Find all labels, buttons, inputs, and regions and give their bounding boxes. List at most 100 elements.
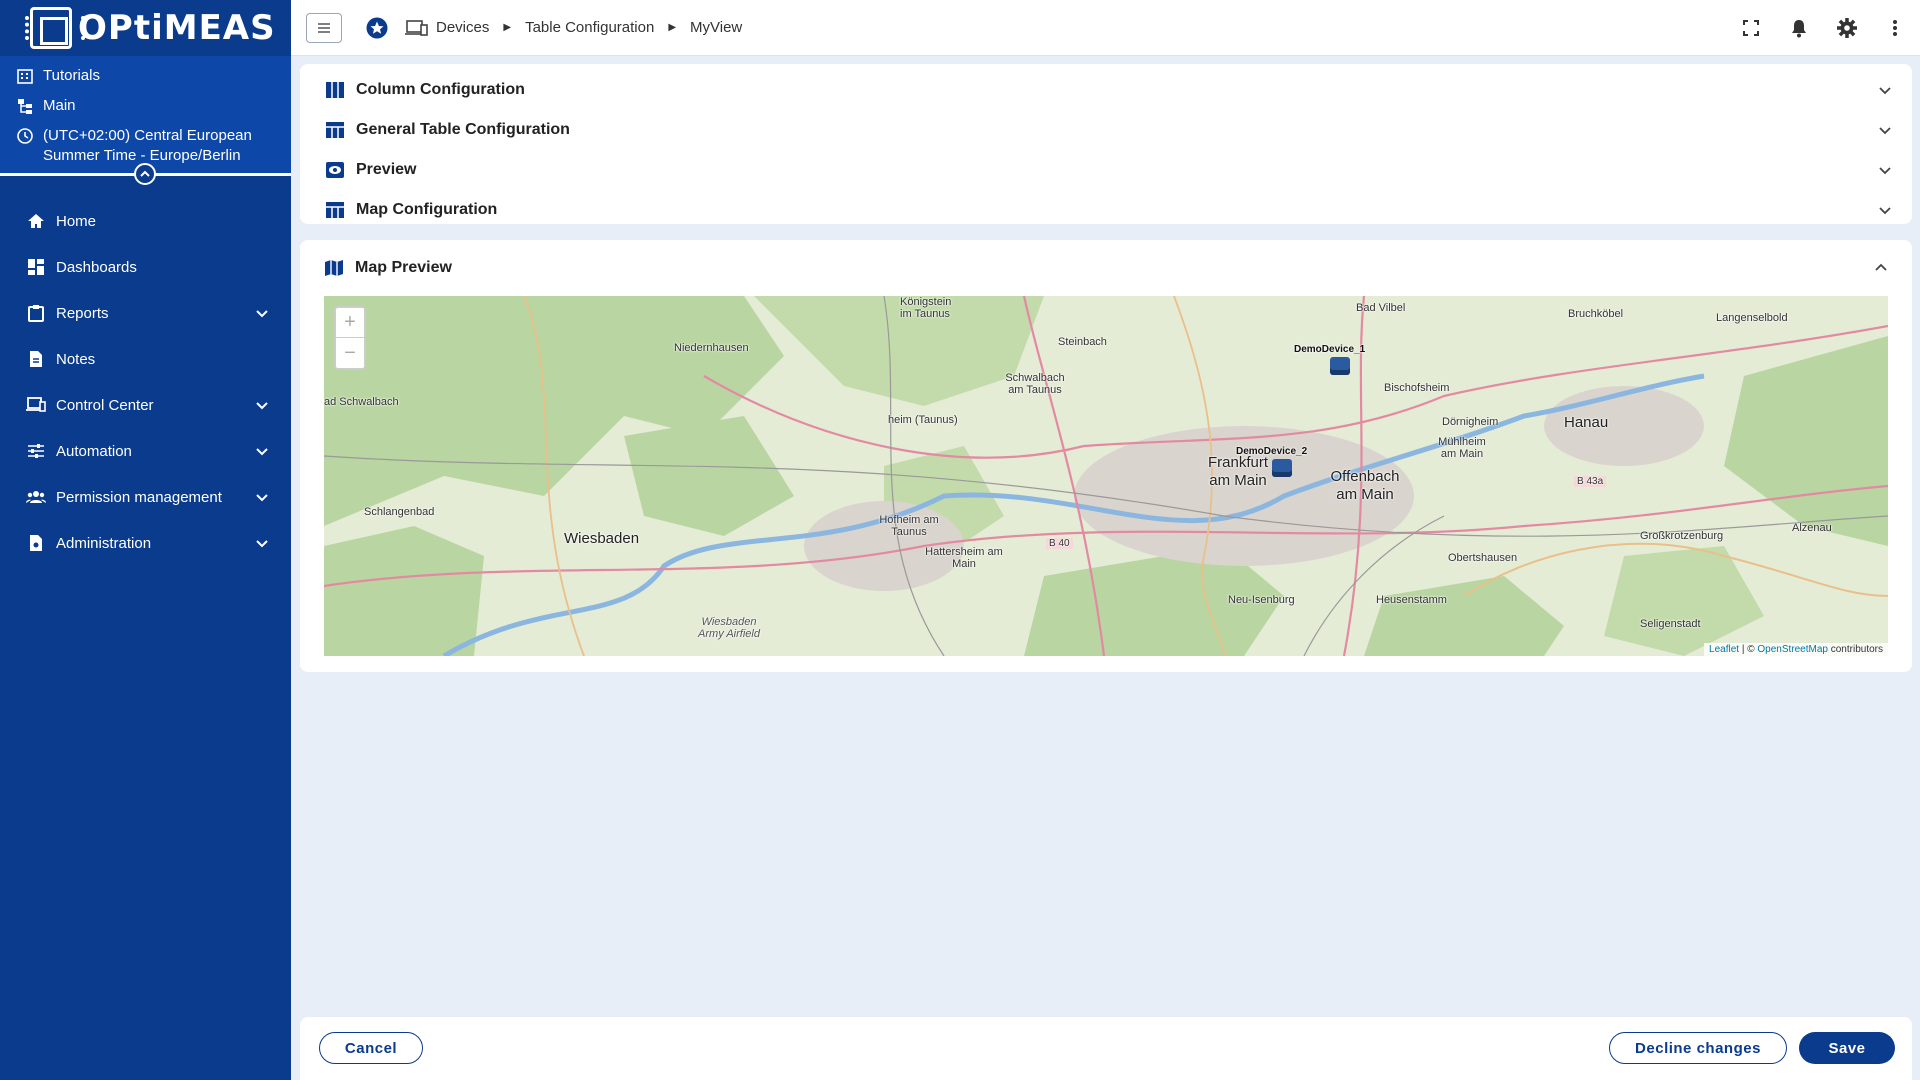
chevron-down-icon bbox=[255, 536, 269, 550]
sidebar-item-permission-management[interactable]: Permission management bbox=[0, 474, 291, 520]
map-configuration-section[interactable]: Map Configuration bbox=[300, 190, 1912, 230]
sidebar-item-label: Dashboards bbox=[56, 258, 137, 276]
chevron-down-icon bbox=[255, 398, 269, 412]
sidebar-item-label: Reports bbox=[56, 304, 109, 322]
save-button[interactable]: Save bbox=[1799, 1032, 1895, 1064]
place-label: Dörnigheim bbox=[1442, 416, 1499, 428]
sidebar-item-reports[interactable]: Reports bbox=[0, 290, 291, 336]
context-main[interactable]: Main bbox=[0, 96, 291, 116]
preview-label: Preview bbox=[356, 161, 417, 178]
settings-button[interactable] bbox=[1836, 17, 1858, 39]
place-label: Steinbach bbox=[1058, 336, 1107, 348]
map-icon bbox=[325, 260, 343, 276]
sidebar-item-administration[interactable]: Administration bbox=[0, 520, 291, 566]
place-label: Wiesbaden Army Airfield bbox=[698, 616, 760, 640]
breadcrumb-table-configuration[interactable]: Table Configuration bbox=[525, 19, 654, 36]
place-label: Mühlheim am Main bbox=[1438, 436, 1486, 460]
top-bar: Devices ▶ Table Configuration ▶ MyView bbox=[291, 0, 1920, 56]
sidebar-item-notes[interactable]: Notes bbox=[0, 336, 291, 382]
hamburger-icon bbox=[318, 22, 330, 33]
fullscreen-button[interactable] bbox=[1740, 17, 1762, 39]
columns-icon bbox=[326, 82, 344, 98]
fullscreen-icon bbox=[1743, 19, 1759, 36]
chevron-up-icon bbox=[1875, 263, 1887, 271]
config-panel: Column Configuration General Table Confi… bbox=[300, 64, 1912, 224]
brand-name: OPtiMEAS bbox=[78, 8, 276, 48]
place-label: Hofheim am Taunus bbox=[879, 514, 939, 538]
breadcrumb-devices[interactable]: Devices bbox=[436, 19, 489, 36]
place-label: Schlangenbad bbox=[364, 506, 435, 518]
map-preview-header[interactable]: Map Preview bbox=[324, 240, 1888, 296]
sidebar-item-label: Permission management bbox=[56, 488, 222, 506]
truck-icon bbox=[1330, 357, 1350, 375]
breadcrumb: Devices ▶ Table Configuration ▶ MyView bbox=[366, 17, 742, 39]
place-label: Langenselbold bbox=[1716, 312, 1788, 324]
device-marker-1[interactable]: DemoDevice_1 bbox=[1294, 344, 1365, 375]
map-tiles bbox=[324, 296, 1888, 656]
timezone-line1: (UTC+02:00) Central European bbox=[43, 127, 252, 144]
place-label: Wiesbaden bbox=[564, 530, 640, 547]
chevron-down-icon bbox=[255, 490, 269, 504]
place-label: Bischofsheim bbox=[1384, 382, 1450, 394]
bell-icon bbox=[1792, 19, 1806, 37]
preview-section[interactable]: Preview bbox=[300, 150, 1912, 190]
map-zoom-control: + − bbox=[334, 306, 366, 370]
place-label: Königstein im Taunus bbox=[900, 296, 952, 320]
favorite-star-icon[interactable] bbox=[366, 17, 388, 39]
map-view[interactable]: + − Königstein im Taunus Bad Vilbel Bruc… bbox=[324, 296, 1888, 656]
sidebar-item-dashboards[interactable]: Dashboards bbox=[0, 244, 291, 290]
context-main-label: Main bbox=[43, 97, 76, 114]
truck-icon bbox=[1272, 459, 1292, 477]
devices-icon bbox=[405, 19, 428, 36]
chevron-up-icon bbox=[140, 170, 150, 177]
chevron-down-icon bbox=[1879, 207, 1891, 215]
home-icon bbox=[26, 211, 46, 231]
general-table-configuration-section[interactable]: General Table Configuration bbox=[300, 110, 1912, 150]
place-label: Seligenstadt bbox=[1640, 618, 1701, 630]
column-configuration-section[interactable]: Column Configuration bbox=[300, 70, 1912, 110]
menu-toggle-button[interactable] bbox=[306, 12, 342, 43]
openstreetmap-link[interactable]: OpenStreetMap bbox=[1757, 644, 1828, 655]
building-icon bbox=[17, 69, 33, 84]
map-configuration-label: Map Configuration bbox=[356, 201, 498, 218]
place-label: Großkrotzenburg bbox=[1640, 530, 1724, 542]
logo-chip-icon bbox=[25, 7, 85, 49]
admin-document-icon bbox=[26, 533, 46, 553]
breadcrumb-separator-icon: ▶ bbox=[503, 22, 512, 33]
more-options-button[interactable] bbox=[1884, 17, 1906, 39]
decline-changes-button[interactable]: Decline changes bbox=[1609, 1032, 1787, 1064]
chevron-down-icon bbox=[1879, 127, 1891, 135]
place-label: Heusenstamm bbox=[1376, 594, 1447, 606]
device-marker-2[interactable]: DemoDevice_2 bbox=[1236, 446, 1307, 477]
chevron-down-icon bbox=[1879, 87, 1891, 95]
hierarchy-icon bbox=[18, 99, 32, 114]
logo[interactable]: OPtiMEAS bbox=[0, 0, 291, 56]
more-vertical-icon bbox=[1893, 19, 1897, 36]
cancel-button[interactable]: Cancel bbox=[319, 1032, 423, 1064]
chevron-down-icon bbox=[1879, 167, 1891, 175]
zoom-out-button[interactable]: − bbox=[336, 338, 364, 368]
place-label: Niedernhausen bbox=[674, 342, 749, 354]
zoom-in-button[interactable]: + bbox=[336, 308, 364, 338]
context-tutorials[interactable]: Tutorials bbox=[0, 66, 291, 86]
sidebar-item-automation[interactable]: Automation bbox=[0, 428, 291, 474]
place-label: Bruchköbel bbox=[1568, 308, 1624, 320]
sidebar-item-control-center[interactable]: Control Center bbox=[0, 382, 291, 428]
sidebar-item-label: Home bbox=[56, 212, 97, 230]
place-label: Obertshausen bbox=[1448, 552, 1518, 564]
place-label: Bad Vilbel bbox=[1356, 302, 1406, 314]
sidebar: OPtiMEAS Tutorials Main (UTC+02:00) Cent… bbox=[0, 0, 291, 1080]
leaflet-link[interactable]: Leaflet bbox=[1709, 644, 1739, 655]
document-icon bbox=[26, 349, 46, 369]
gear-icon bbox=[1837, 17, 1857, 38]
top-actions bbox=[1740, 17, 1920, 39]
place-label: Alzenau bbox=[1792, 522, 1832, 534]
collapse-context-button[interactable] bbox=[134, 163, 156, 185]
clock-icon bbox=[17, 128, 33, 144]
sidebar-item-label: Administration bbox=[56, 534, 152, 552]
context-timezone[interactable]: (UTC+02:00) Central European Summer Time… bbox=[0, 126, 291, 166]
sidebar-item-home[interactable]: Home bbox=[0, 198, 291, 244]
sidebar-item-label: Automation bbox=[56, 442, 132, 460]
notifications-button[interactable] bbox=[1788, 17, 1810, 39]
eye-preview-icon bbox=[326, 162, 344, 178]
